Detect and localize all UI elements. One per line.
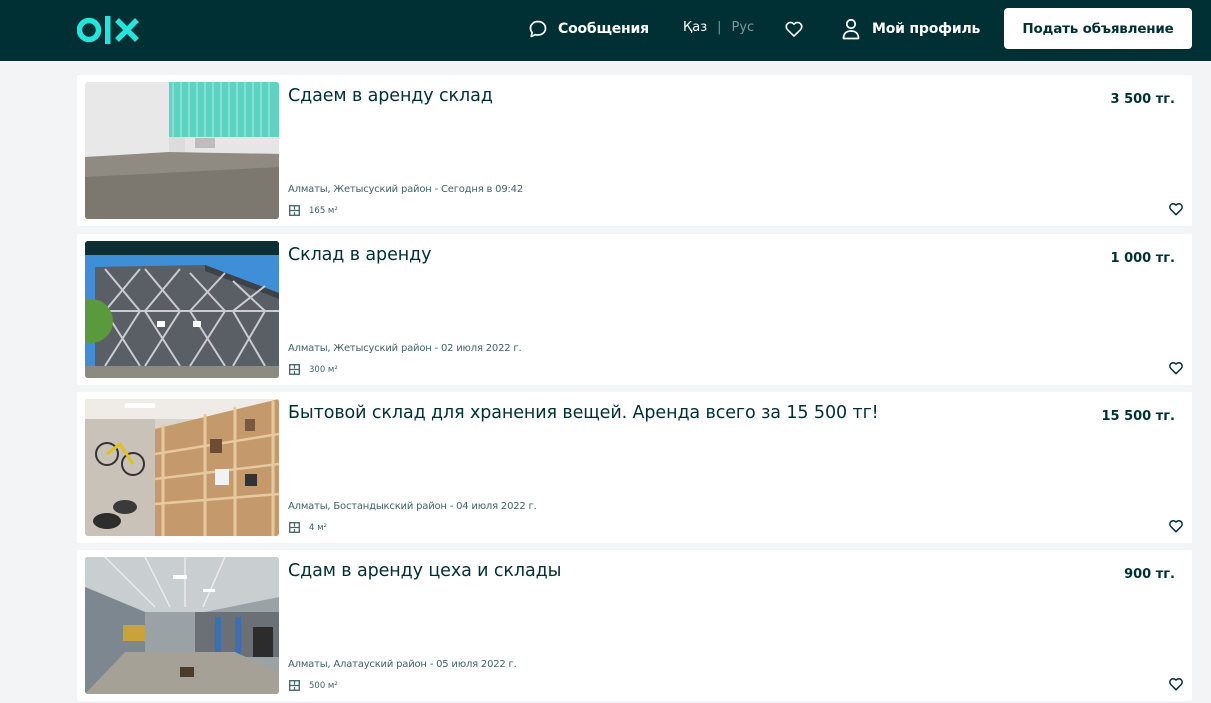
listing-title[interactable]: Сдаем в аренду склад (288, 86, 493, 106)
favorite-heart-icon[interactable] (1168, 676, 1184, 692)
listing-location-date: Алматы, Бостандыкский район - 04 июля 20… (288, 501, 537, 512)
listing-price: 900 тг. (1124, 567, 1175, 582)
listing-area: 4 м² (289, 522, 327, 533)
listing-price: 1 000 тг. (1110, 251, 1176, 266)
floor-plan-icon (289, 205, 300, 216)
listing-photo[interactable] (85, 82, 279, 219)
chat-bubble-icon (529, 20, 547, 38)
listing-price: 3 500 тг. (1110, 92, 1176, 107)
listing-photo[interactable] (85, 399, 279, 536)
favorite-heart-icon[interactable] (1168, 201, 1184, 217)
messages-label: Сообщения (558, 21, 649, 37)
listing-photo[interactable] (85, 241, 279, 378)
listing-location-date: Алматы, Жетысуский район - 02 июля 2022 … (288, 343, 522, 354)
listing-card[interactable]: Сдаем в аренду склад 3 500 тг. Алматы, Ж… (77, 75, 1192, 226)
favorite-heart-icon[interactable] (1168, 518, 1184, 534)
listing-title[interactable]: Сдам в аренду цеха и склады (288, 561, 561, 581)
listing-area: 300 м² (289, 364, 338, 375)
floor-plan-icon (289, 364, 300, 375)
listing-area: 500 м² (289, 680, 338, 691)
listing-area-value: 165 м² (309, 205, 338, 216)
lang-separator: | (717, 20, 722, 35)
listing-title[interactable]: Склад в аренду (288, 245, 431, 265)
floor-plan-icon (289, 680, 300, 691)
listing-area-value: 300 м² (309, 364, 338, 375)
floor-plan-icon (289, 522, 300, 533)
messages-link[interactable]: Сообщения (528, 18, 649, 40)
favorite-heart-icon[interactable] (1168, 360, 1184, 376)
listing-location-date: Алматы, Жетысуский район - Сегодня в 09:… (288, 184, 523, 195)
lang-rus[interactable]: Рус (732, 20, 755, 35)
profile-link[interactable]: Мой профиль (842, 17, 980, 41)
listing-area-value: 4 м² (309, 522, 327, 533)
listing-area-value: 500 м² (309, 680, 338, 691)
listing-area: 165 м² (289, 205, 338, 216)
user-icon (842, 18, 860, 40)
listing-title[interactable]: Бытовой склад для хранения вещей. Аренда… (288, 403, 879, 423)
listing-photo[interactable] (85, 557, 279, 694)
profile-label: Мой профиль (872, 21, 981, 37)
olx-logo[interactable] (77, 12, 143, 48)
post-ad-button[interactable]: Подать объявление (1004, 8, 1192, 49)
lang-kaz[interactable]: Қаз (683, 20, 707, 35)
listing-card[interactable]: Бытовой склад для хранения вещей. Аренда… (77, 392, 1192, 543)
listing-card[interactable]: Сдам в аренду цеха и склады 900 тг. Алма… (77, 550, 1192, 701)
heart-icon (785, 21, 803, 37)
language-switcher: Қаз | Рус (683, 20, 754, 35)
top-navbar: Сообщения Қаз | Рус Мой профиль Подать о… (0, 0, 1211, 61)
listing-price: 15 500 тг. (1101, 409, 1175, 424)
favorites-button[interactable] (784, 19, 804, 39)
listing-card[interactable]: Склад в аренду 1 000 тг. Алматы, Жетысус… (77, 234, 1192, 385)
listing-location-date: Алматы, Алатауский район - 05 июля 2022 … (288, 659, 517, 670)
